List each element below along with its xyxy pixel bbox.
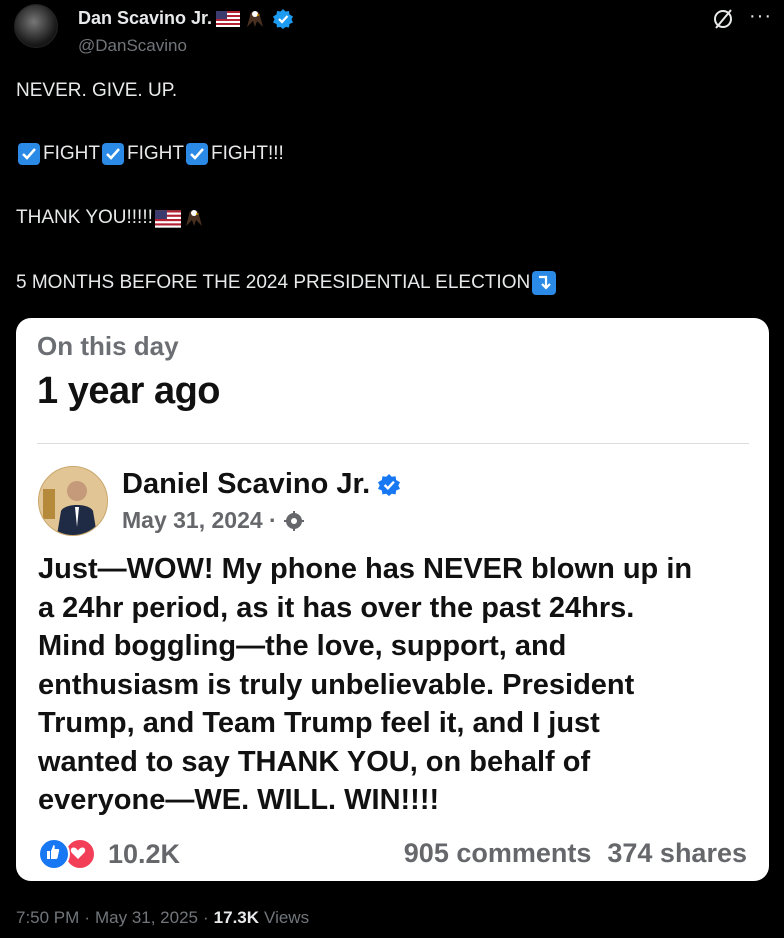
post-date: May 31, 2024 · bbox=[122, 507, 277, 533]
tweet-time[interactable]: 7:50 PM bbox=[16, 908, 79, 928]
post-stats: 905 comments 374 shares bbox=[404, 838, 747, 869]
card-divider bbox=[37, 443, 749, 444]
tweet-header: Dan Scavino Jr. @DanScavino ··· bbox=[14, 4, 774, 56]
verified-icon bbox=[378, 473, 401, 496]
fight-word: FIGHT bbox=[127, 143, 184, 164]
thank-you-text: THANK YOU!!!!! bbox=[16, 207, 153, 228]
fight-word: FIGHT bbox=[43, 143, 100, 164]
post-body-line: wanted to say THANK YOU, on behalf of bbox=[38, 745, 591, 778]
post-body-line: a 24hr period, as it has over the past 2… bbox=[38, 591, 635, 624]
avatar[interactable] bbox=[14, 4, 58, 48]
post-author-name: Daniel Scavino Jr. bbox=[122, 468, 371, 500]
shares-count: 374 shares bbox=[607, 838, 747, 868]
eagle-icon bbox=[244, 9, 266, 29]
more-icon[interactable]: ··· bbox=[749, 6, 772, 26]
post-body-line: enthusiasm is truly unbelievable. Presid… bbox=[38, 668, 635, 701]
post-body-line: Trump, and Team Trump feel it, and I jus… bbox=[38, 707, 600, 739]
post-author-avatar bbox=[38, 466, 108, 536]
check-mark-icon bbox=[186, 143, 208, 165]
name-row: Dan Scavino Jr. bbox=[78, 8, 294, 29]
display-name[interactable]: Dan Scavino Jr. bbox=[78, 8, 212, 29]
separator: · bbox=[203, 908, 209, 927]
verified-icon bbox=[273, 8, 294, 29]
tweet-line-fight: FIGHT FIGHT FIGHT!!! bbox=[16, 143, 284, 165]
memory-card-image[interactable]: On this day 1 year ago Daniel Scavino Jr… bbox=[16, 318, 769, 881]
handle[interactable]: @DanScavino bbox=[78, 36, 187, 56]
separator: · bbox=[84, 908, 90, 927]
check-mark-icon bbox=[18, 143, 40, 165]
memory-title: 1 year ago bbox=[37, 370, 221, 412]
views-label: Views bbox=[264, 908, 310, 927]
memory-kicker: On this day bbox=[37, 331, 179, 361]
reaction-count: 10.2K bbox=[108, 838, 181, 869]
tweet-line-3: THANK YOU!!!!! bbox=[16, 207, 205, 229]
reactions-row: 10.2K bbox=[38, 838, 180, 870]
election-text: 5 MONTHS BEFORE THE 2024 PRESIDENTIAL EL… bbox=[16, 272, 531, 293]
grok-icon[interactable] bbox=[710, 6, 736, 32]
flag-icon bbox=[154, 210, 181, 228]
post-body-line: Mind boggling—the love, support, and bbox=[38, 630, 567, 662]
comments-count: 905 comments bbox=[403, 838, 592, 868]
post-body-line: everyone—WE. WILL. WIN!!!! bbox=[38, 784, 440, 816]
fight-word: FIGHT!!! bbox=[211, 143, 284, 164]
post-author-row: Daniel Scavino Jr. bbox=[122, 468, 401, 501]
tweet-footer: 7:50 PM · May 31, 2025 · 17.3K Views bbox=[16, 908, 309, 928]
tweet-date[interactable]: May 31, 2025 bbox=[95, 908, 198, 928]
post-body-line: Just—WOW! My phone has NEVER blown up in bbox=[38, 553, 693, 585]
arrow-down-icon bbox=[532, 271, 557, 295]
globe-icon bbox=[283, 510, 305, 532]
like-icon bbox=[38, 838, 70, 870]
tweet-line-4: 5 MONTHS BEFORE THE 2024 PRESIDENTIAL EL… bbox=[16, 271, 557, 295]
views-count[interactable]: 17.3K bbox=[214, 908, 259, 928]
eagle-icon bbox=[183, 208, 205, 228]
post-date-row: May 31, 2024 · bbox=[122, 507, 305, 534]
post-body: Just—WOW! My phone has NEVER blown up in… bbox=[38, 550, 750, 820]
tweet-line-1: NEVER. GIVE. UP. bbox=[16, 80, 178, 101]
check-mark-icon bbox=[102, 143, 124, 165]
flag-icon bbox=[216, 10, 241, 27]
